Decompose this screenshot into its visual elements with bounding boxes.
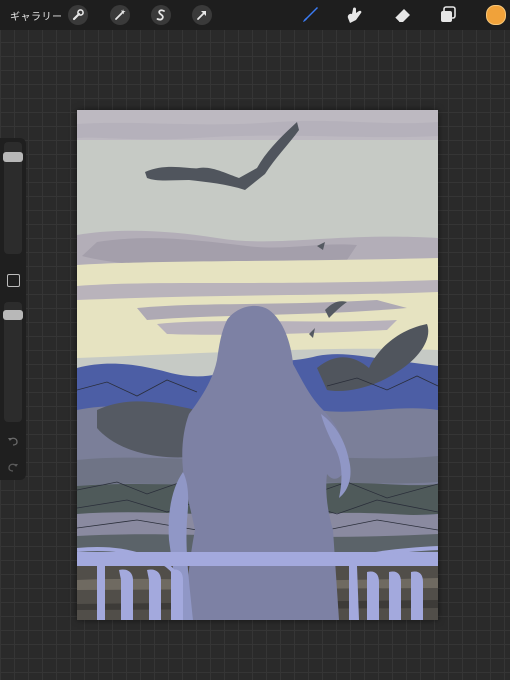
brush-size-thumb[interactable] xyxy=(3,152,23,162)
modify-button[interactable] xyxy=(7,274,20,287)
selection-s-icon[interactable] xyxy=(151,5,171,25)
opacity-slider[interactable] xyxy=(3,302,23,422)
wrench-icon[interactable] xyxy=(68,5,88,25)
redo-icon[interactable] xyxy=(6,460,20,474)
top-toolbar: ギャラリー xyxy=(0,0,510,30)
gallery-link[interactable]: ギャラリー xyxy=(10,8,63,23)
magic-wand-icon[interactable] xyxy=(110,5,130,25)
brush-icon[interactable] xyxy=(299,4,321,26)
drawing-canvas[interactable] xyxy=(77,110,438,620)
undo-icon[interactable] xyxy=(6,434,20,448)
color-picker-swatch[interactable] xyxy=(486,5,506,25)
arrow-cursor-icon[interactable] xyxy=(192,5,212,25)
opacity-thumb[interactable] xyxy=(3,310,23,320)
layers-icon[interactable] xyxy=(437,4,459,26)
left-sidebar xyxy=(0,138,26,480)
artwork-painting xyxy=(77,110,438,620)
brush-size-slider[interactable] xyxy=(3,142,23,254)
smudge-icon[interactable] xyxy=(343,4,365,26)
eraser-icon[interactable] xyxy=(392,4,414,26)
